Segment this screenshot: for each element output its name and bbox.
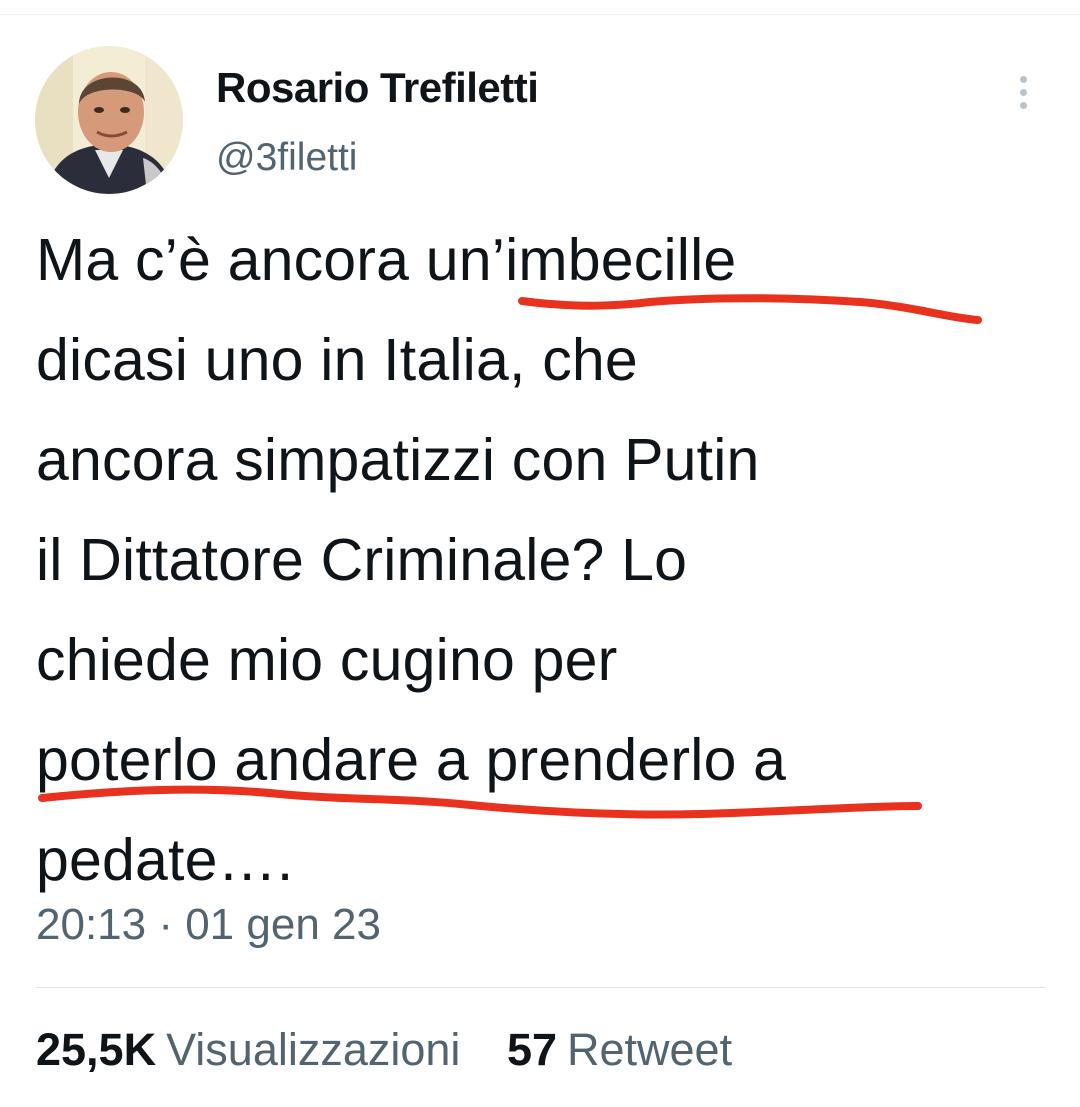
tweet-stats: 25,5K Visualizzazioni 57 Retweet xyxy=(36,1024,766,1076)
tweet-text: Ma c’è ancora un’imbecille dicasi uno in… xyxy=(36,227,787,893)
author-handle[interactable]: @3filetti xyxy=(216,136,357,180)
more-vertical-icon-dot-3 xyxy=(1020,102,1027,109)
more-vertical-icon xyxy=(1020,76,1027,83)
views-stat[interactable]: 25,5K Visualizzazioni xyxy=(36,1024,460,1076)
author-avatar[interactable] xyxy=(35,46,183,194)
avatar-photo-icon xyxy=(35,46,183,194)
retweets-count: 57 xyxy=(506,1024,557,1075)
views-label: Visualizzazioni xyxy=(166,1024,461,1075)
tweet-timestamp[interactable]: 20:13 · 01 gen 23 xyxy=(36,900,381,950)
author-display-name[interactable]: Rosario Trefiletti xyxy=(216,64,539,112)
top-border xyxy=(0,0,1080,15)
views-count: 25,5K xyxy=(36,1024,157,1075)
stats-divider xyxy=(36,987,1046,988)
retweets-stat[interactable]: 57 Retweet xyxy=(507,1024,732,1076)
more-options-button[interactable] xyxy=(1008,70,1040,114)
retweets-label: Retweet xyxy=(567,1024,733,1075)
more-vertical-icon-dot-2 xyxy=(1020,89,1027,96)
